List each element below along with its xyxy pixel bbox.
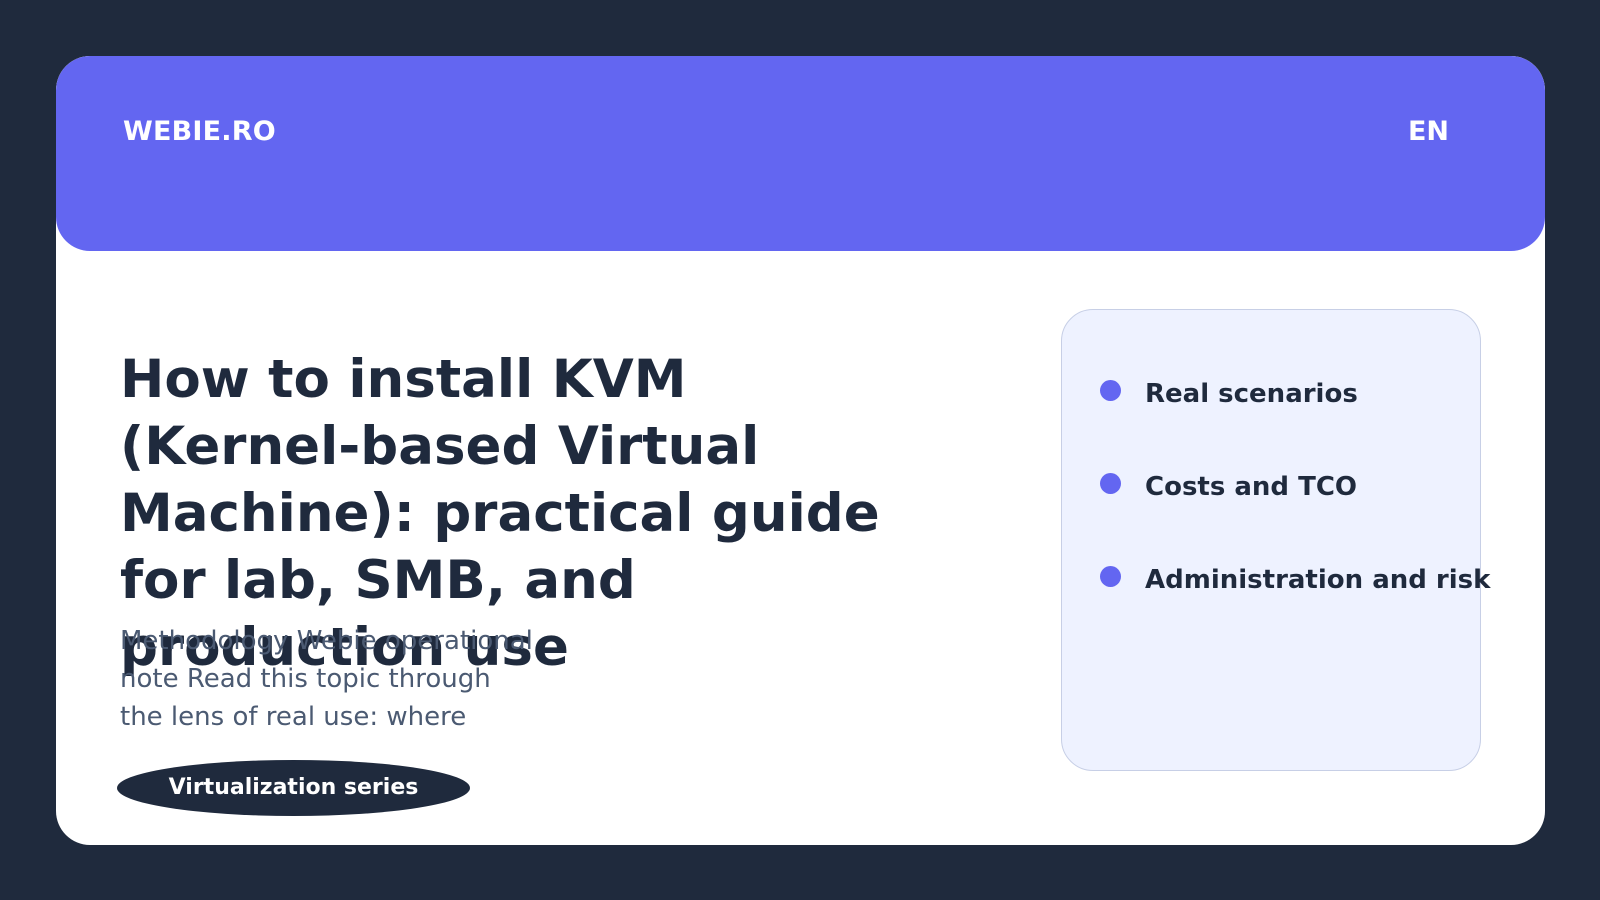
topic-label: Real scenarios [1145,379,1358,409]
series-badge: Virtualization series [117,760,470,816]
language-switch[interactable]: EN [1408,116,1449,147]
topic-item-costs-tco: Costs and TCO [1100,467,1357,507]
bullet-dot-icon [1100,379,1121,401]
topic-label: Costs and TCO [1145,472,1358,502]
topic-item-administration-risk: Administration and risk [1100,560,1490,600]
header-banner: WEBIE.RO EN [56,56,1545,251]
topic-item-real-scenarios: Real scenarios [1100,374,1358,414]
bullet-dot-icon [1100,565,1121,587]
site-logo[interactable]: WEBIE.RO [123,116,276,147]
article-excerpt: Methodology Webie operational note Read … [120,626,533,732]
topics-panel: Real scenarios Costs and TCO Administrat… [1061,309,1490,771]
bullet-dot-icon [1100,472,1121,494]
topic-label: Administration and risk [1145,565,1491,595]
article-card: WEBIE.RO EN How to install KVM (Kernel-b… [56,56,1545,845]
